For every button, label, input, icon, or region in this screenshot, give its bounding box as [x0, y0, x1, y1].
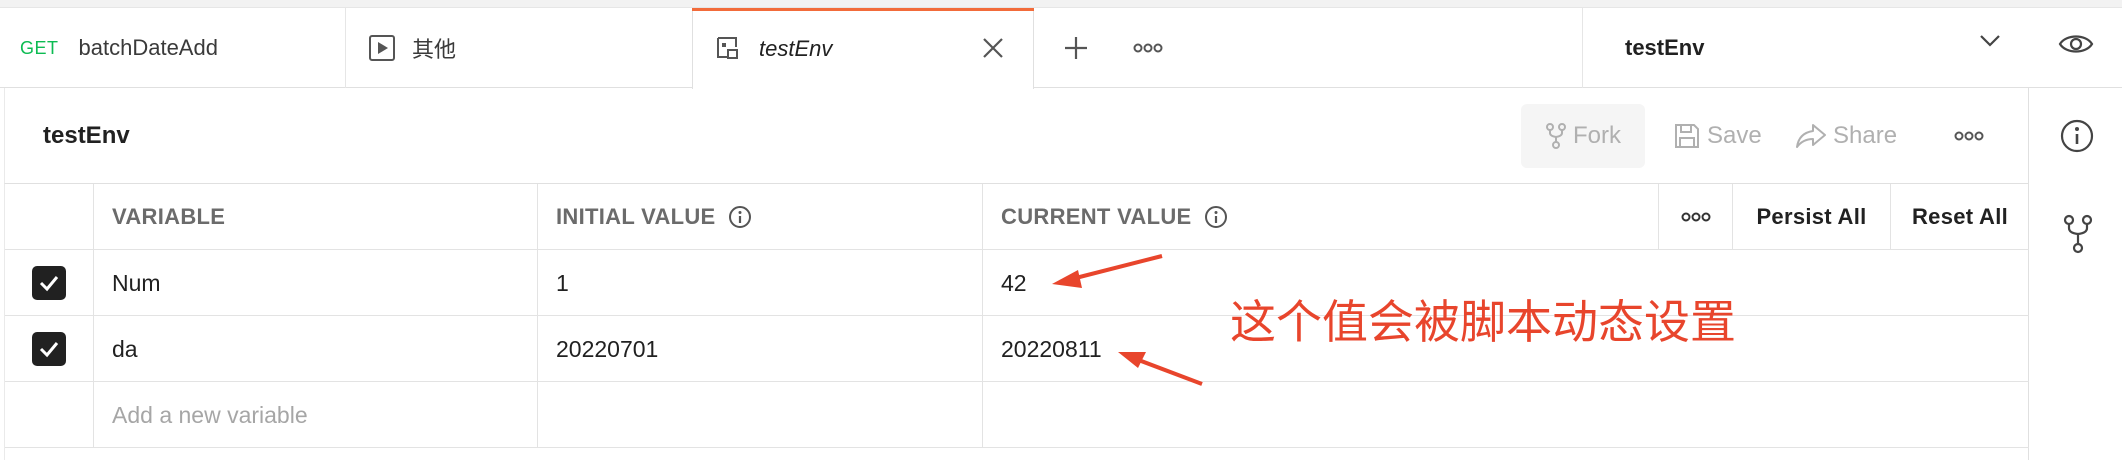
annotation-text: 这个值会被脚本动态设置	[1230, 295, 1736, 349]
annotation-arrows	[1052, 254, 1203, 386]
